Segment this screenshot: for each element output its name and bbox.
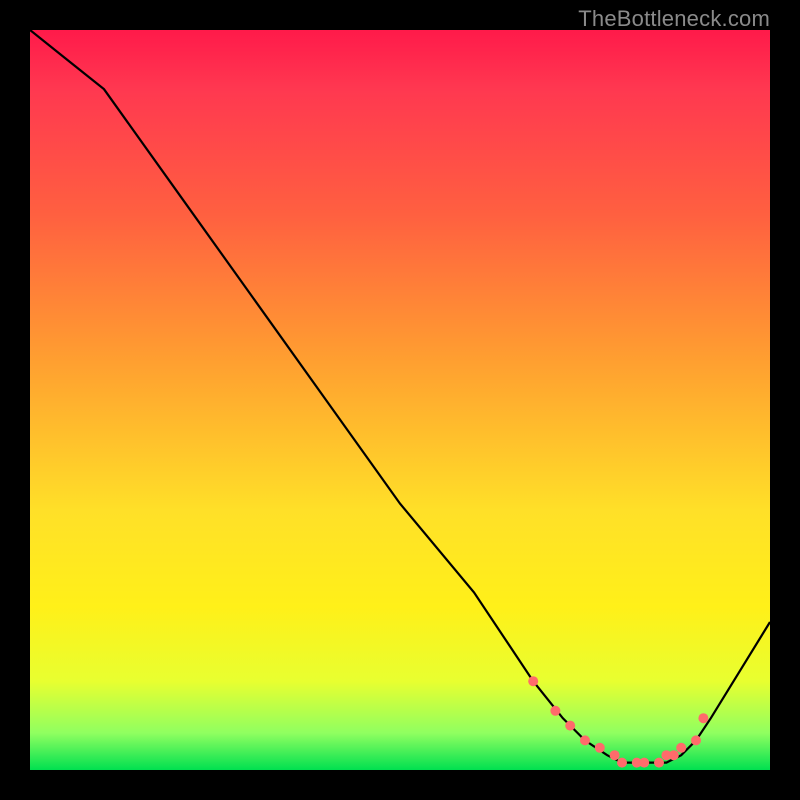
marker-dot — [676, 743, 686, 753]
marker-dot — [654, 758, 664, 768]
marker-dot — [610, 750, 620, 760]
marker-dot — [550, 706, 560, 716]
marker-dot — [617, 758, 627, 768]
chart-svg — [30, 30, 770, 770]
marker-dot — [528, 676, 538, 686]
chart-frame: TheBottleneck.com — [0, 0, 800, 800]
marker-dot — [580, 735, 590, 745]
chart-plot-area — [30, 30, 770, 770]
marker-dot — [639, 758, 649, 768]
watermark-text: TheBottleneck.com — [578, 6, 770, 32]
marker-dot — [698, 713, 708, 723]
marker-dot — [565, 721, 575, 731]
bottleneck-curve — [30, 30, 770, 763]
marker-dot — [691, 735, 701, 745]
marker-dot — [669, 750, 679, 760]
marker-dot — [595, 743, 605, 753]
